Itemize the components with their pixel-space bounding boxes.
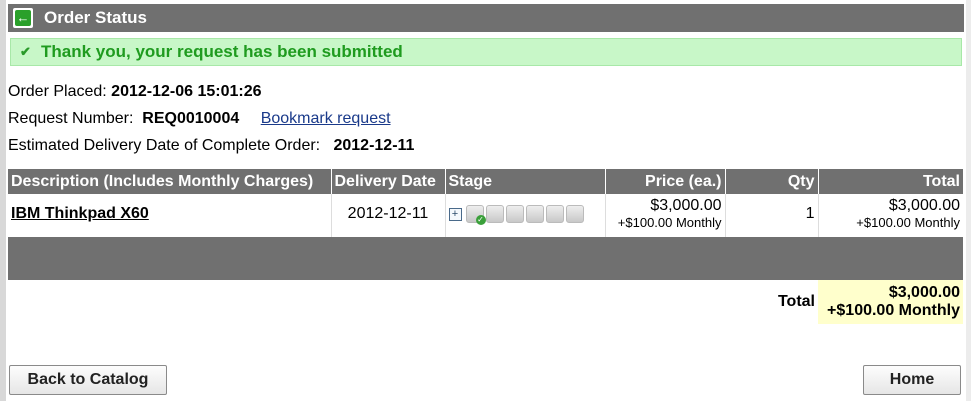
item-link[interactable]: IBM Thinkpad X60 xyxy=(11,205,149,223)
request-number-label: Request Number: xyxy=(8,110,134,127)
grand-total: $3,000.00 xyxy=(888,284,960,301)
estimated-delivery-label: Estimated Delivery Date of Complete Orde… xyxy=(8,137,321,154)
back-to-catalog-button[interactable]: Back to Catalog xyxy=(9,365,167,395)
stage-box-5 xyxy=(545,205,564,223)
item-stage-cell: + ✓ xyxy=(445,194,606,237)
header-price: Price (ea.) xyxy=(605,169,726,194)
request-number-row: Request Number: REQ0010004 Bookmark requ… xyxy=(8,105,964,132)
table-row: IBM Thinkpad X60 2012-12-11 + ✓ $3,000.0… xyxy=(8,194,963,237)
grand-total-monthly: +$100.00 Monthly xyxy=(827,302,960,319)
order-placed-label: Order Placed: xyxy=(8,83,107,100)
order-status-panel: ← Order Status ✔ Thank you, your request… xyxy=(8,4,964,324)
success-notice: ✔ Thank you, your request has been submi… xyxy=(10,38,962,66)
bookmark-request-link[interactable]: Bookmark request xyxy=(261,110,391,127)
header-qty: Qty xyxy=(725,169,819,194)
item-qty-cell: 1 xyxy=(725,194,819,237)
total-label: Total xyxy=(777,293,815,310)
item-price-cell: $3,000.00 +$100.00 Monthly xyxy=(605,194,726,237)
table-separator xyxy=(8,237,963,280)
window-frame-left xyxy=(0,0,6,401)
header-delivery-date: Delivery Date xyxy=(331,169,446,194)
home-button[interactable]: Home xyxy=(863,365,961,395)
stage-box-1: ✓ xyxy=(465,205,486,225)
stage-box-2 xyxy=(485,205,504,223)
success-message: Thank you, your request has been submitt… xyxy=(41,42,403,61)
item-price: $3,000.00 xyxy=(650,197,722,214)
item-delivery-date: 2012-12-11 xyxy=(347,205,429,222)
table-header-row: Description (Includes Monthly Charges) D… xyxy=(8,169,963,194)
request-number-value: REQ0010004 xyxy=(142,110,240,127)
item-total: $3,000.00 xyxy=(888,197,960,214)
order-items-table: Description (Includes Monthly Charges) D… xyxy=(8,169,963,324)
stage-box-4 xyxy=(525,205,544,223)
stage-box-6 xyxy=(565,205,584,223)
stage-box-3 xyxy=(505,205,524,223)
header-total: Total xyxy=(818,169,963,194)
total-row: Total $3,000.00 +$100.00 Monthly xyxy=(8,280,963,324)
estimated-delivery-row: Estimated Delivery Date of Complete Orde… xyxy=(8,132,964,159)
title-bar: ← Order Status xyxy=(8,4,964,32)
item-total-cell: $3,000.00 +$100.00 Monthly xyxy=(818,194,963,237)
order-placed-row: Order Placed: 2012-12-06 15:01:26 xyxy=(8,78,964,105)
order-placed-value: 2012-12-06 15:01:26 xyxy=(111,83,262,100)
window-frame-right xyxy=(966,0,971,401)
item-delivery-date-cell: 2012-12-11 xyxy=(331,194,446,237)
estimated-delivery-value: 2012-12-11 xyxy=(333,137,415,154)
order-info: Order Placed: 2012-12-06 15:01:26 Reques… xyxy=(8,78,964,159)
item-price-monthly: +$100.00 Monthly xyxy=(617,215,722,230)
header-description: Description (Includes Monthly Charges) xyxy=(8,169,332,194)
grand-total-cell: $3,000.00 +$100.00 Monthly xyxy=(818,280,963,324)
back-arrow-icon[interactable]: ← xyxy=(13,8,33,28)
item-qty: 1 xyxy=(805,205,815,222)
header-stage: Stage xyxy=(445,169,606,194)
stage-check-icon: ✓ xyxy=(475,215,486,225)
expand-plus-icon[interactable]: + xyxy=(448,207,462,221)
item-description-cell: IBM Thinkpad X60 xyxy=(8,194,332,237)
stage-progress: + ✓ xyxy=(448,205,602,225)
page-title: Order Status xyxy=(44,8,147,27)
check-icon: ✔ xyxy=(20,44,31,59)
item-total-monthly: +$100.00 Monthly xyxy=(856,215,960,230)
